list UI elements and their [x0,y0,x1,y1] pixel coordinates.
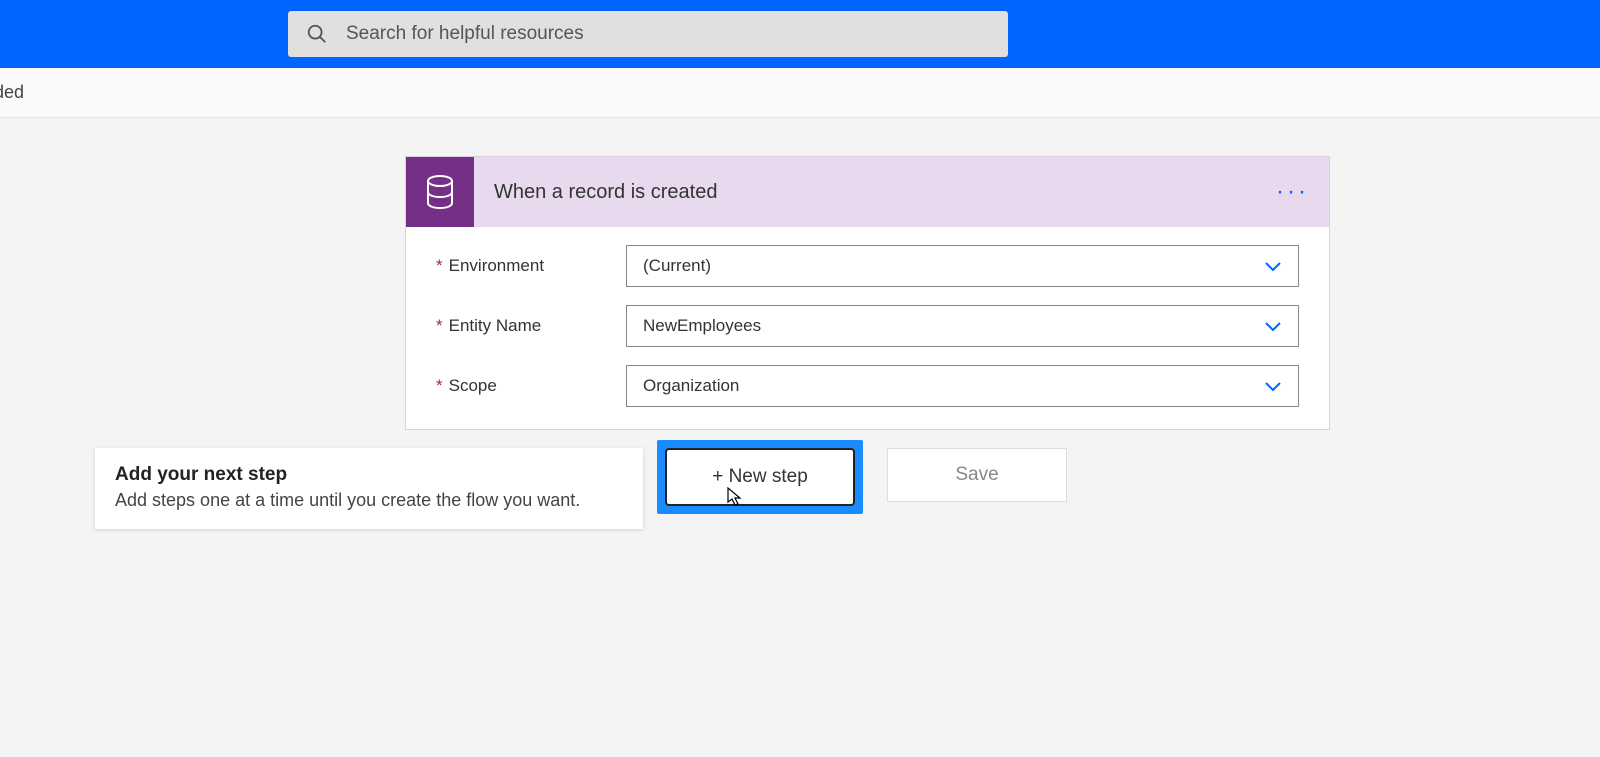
save-label: Save [955,464,998,486]
save-button[interactable]: Save [887,448,1067,502]
scope-select[interactable]: Organization [626,365,1299,407]
flow-canvas: When a record is created ··· * Environme… [0,118,1600,430]
tooltip-description: Add steps one at a time until you create… [115,490,623,511]
tooltip-title: Add your next step [115,464,623,486]
environment-select[interactable]: (Current) [626,245,1299,287]
required-mark: * [436,376,443,396]
top-bar [0,0,1600,68]
search-input[interactable] [346,23,990,45]
required-mark: * [436,316,443,336]
required-mark: * [436,256,443,276]
chevron-down-icon [1264,320,1282,332]
new-step-highlight: + New step [657,440,863,514]
field-row-environment: * Environment (Current) [436,245,1299,287]
coach-tooltip: Add your next step Add steps one at a ti… [95,448,643,529]
sub-bar-text: rded [0,82,24,103]
scope-label: Scope [449,376,497,396]
new-step-label: + New step [712,466,808,488]
search-box[interactable] [288,11,1008,57]
chevron-down-icon [1264,260,1282,272]
trigger-header[interactable]: When a record is created ··· [406,157,1329,227]
entity-select[interactable]: NewEmployees [626,305,1299,347]
field-row-entity: * Entity Name NewEmployees [436,305,1299,347]
field-row-scope: * Scope Organization [436,365,1299,407]
environment-label: Environment [449,256,544,276]
field-label: * Scope [436,376,626,396]
more-menu-button[interactable]: ··· [1276,178,1309,206]
entity-label: Entity Name [449,316,542,336]
cursor-icon [725,486,743,508]
field-label: * Entity Name [436,316,626,336]
new-step-button[interactable]: + New step [665,448,855,506]
environment-value: (Current) [643,256,711,276]
chevron-down-icon [1264,380,1282,392]
sub-bar: rded [0,68,1600,118]
trigger-title: When a record is created [494,181,717,204]
trigger-body: * Environment (Current) * Entity Name Ne… [406,227,1329,429]
scope-value: Organization [643,376,739,396]
entity-value: NewEmployees [643,316,761,336]
field-label: * Environment [436,256,626,276]
trigger-card: When a record is created ··· * Environme… [405,156,1330,430]
database-icon [406,157,474,227]
search-icon [306,23,328,45]
